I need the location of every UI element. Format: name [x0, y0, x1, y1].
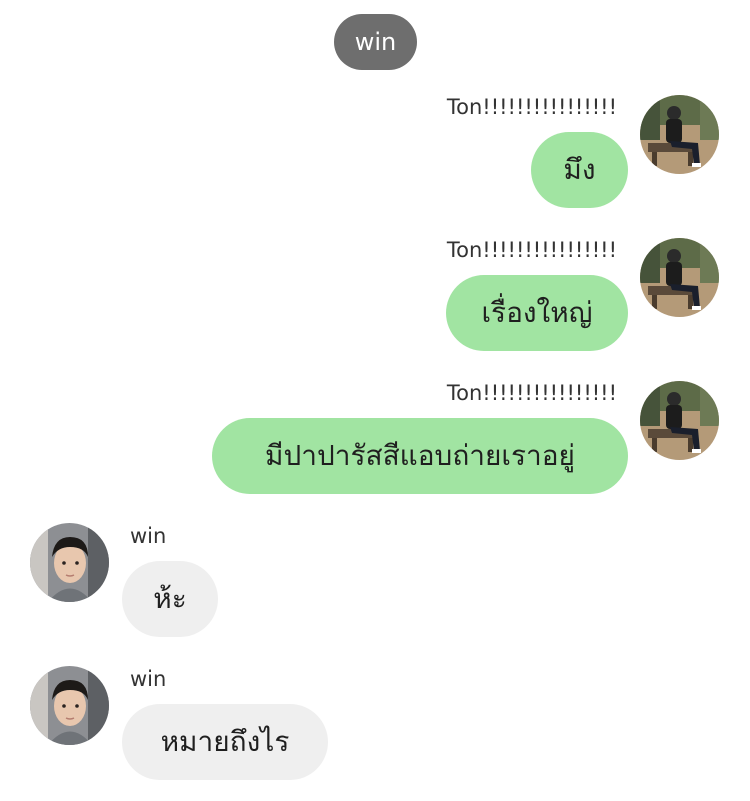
- avatar-icon[interactable]: [640, 238, 719, 317]
- avatar-icon[interactable]: [30, 523, 109, 602]
- sender-name: Ton!!!!!!!!!!!!!!!!: [446, 381, 617, 405]
- message-bubble-incoming[interactable]: ห้ะ: [122, 561, 218, 637]
- avatar-icon[interactable]: [30, 666, 109, 745]
- chat-title-pill[interactable]: win: [334, 14, 417, 70]
- avatar-icon[interactable]: [640, 95, 719, 174]
- sender-name: Ton!!!!!!!!!!!!!!!!: [446, 238, 617, 262]
- avatar-icon[interactable]: [640, 381, 719, 460]
- message-bubble-outgoing[interactable]: มีปาปารัสสีแอบถ่ายเราอยู่: [212, 418, 628, 494]
- message-bubble-outgoing[interactable]: เรื่องใหญ่: [446, 275, 628, 351]
- sender-name: win: [130, 667, 167, 691]
- sender-name: win: [130, 524, 167, 548]
- sender-name: Ton!!!!!!!!!!!!!!!!: [446, 95, 617, 119]
- message-bubble-outgoing[interactable]: มึง: [531, 132, 628, 208]
- message-bubble-incoming[interactable]: หมายถึงไร: [122, 704, 328, 780]
